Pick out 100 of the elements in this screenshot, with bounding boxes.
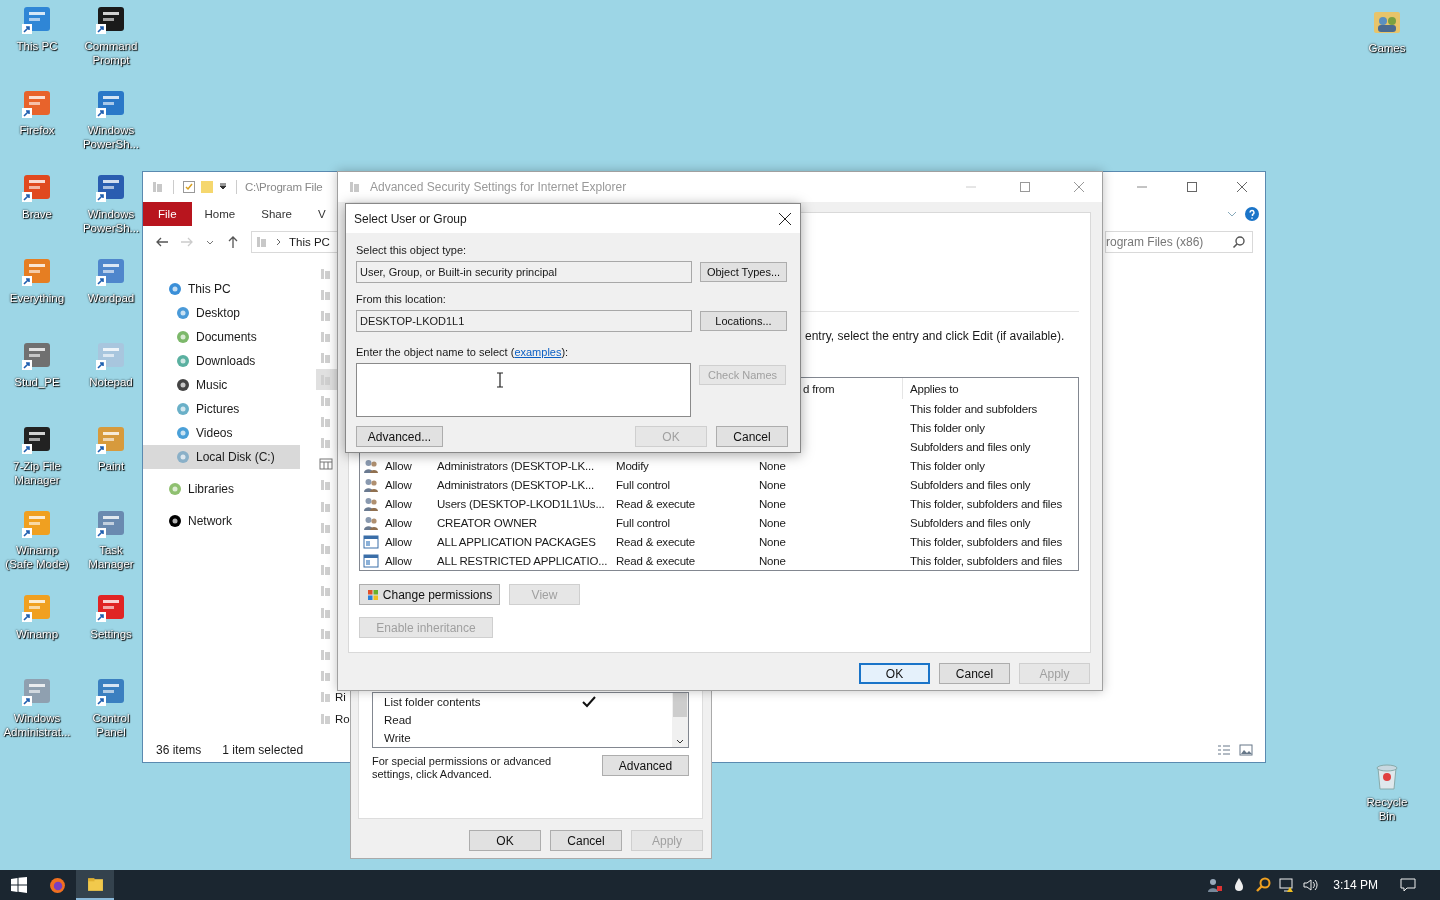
checkmark-icon[interactable] [182,180,196,194]
locations-button[interactable]: Locations... [700,311,787,331]
maximize-icon[interactable] [1020,182,1030,192]
up-arrow-icon[interactable] [226,235,240,249]
field-label: Select this object type: [356,243,468,257]
table-cell: Administrators (DESKTOP-LK... [437,459,594,472]
table-cell: ALL RESTRICTED APPLICATIO... [437,554,608,567]
object-type-field[interactable]: User, Group, or Built-in security principal [356,261,692,283]
dialog-button[interactable]: OK [859,663,930,684]
table-cell: CREATOR OWNER [437,516,537,529]
permission-name: List folder contents [384,696,482,708]
users-icon[interactable] [1207,877,1224,893]
column-header[interactable]: Applies to [902,378,1078,399]
table-cell: Administrators (DESKTOP-LK... [437,478,594,491]
tree-item[interactable]: Videos [143,421,300,445]
table-cell: Full control [616,478,670,491]
object-types-button[interactable]: Object Types... [700,262,787,282]
table-cell: This folder, subfolders and files [910,535,1062,548]
table-cell: Allow [385,554,412,567]
list-item-label[interactable]: Ro [335,712,350,725]
table-cell: Read & execute [616,535,696,548]
network-icon[interactable] [1279,877,1296,893]
close-icon[interactable] [779,212,791,225]
table-cell: This folder, subfolders and files [910,497,1062,510]
scrollbar[interactable] [672,693,688,747]
table-cell: Full control [616,516,670,529]
table-cell: Modify [616,459,649,472]
users-icon [363,495,379,512]
ribbon-tab[interactable]: V [304,202,339,226]
tree-item[interactable]: Pictures [143,397,300,421]
disc-icon [168,514,182,528]
disc-icon [176,330,190,344]
object-name-field[interactable] [356,363,691,417]
tree-item[interactable]: Network [143,509,300,533]
taskbar-app[interactable] [76,870,114,900]
disc-icon [176,426,190,440]
window-icon [363,533,379,550]
permission-name: Write [384,732,412,744]
list-item-label[interactable]: Ri [335,691,346,704]
table-cell: Allow [385,497,412,510]
table-cell: This folder and subfolders [910,402,1038,415]
field-label: Enter the object name to select (examples): [356,345,570,359]
permission-name: Read [384,714,413,726]
magnifier-icon[interactable] [1255,877,1272,893]
text-cursor-icon [496,372,504,388]
dropdown-icon[interactable] [218,182,228,192]
details-view-icon[interactable] [1217,743,1231,757]
help-icon[interactable] [1245,207,1259,221]
dialog-title: Select User or Group [354,211,467,226]
table-cell: Read & execute [616,497,696,510]
app-icon[interactable] [95,4,127,36]
tree-item[interactable]: Local Disk (C:) [143,445,300,469]
status-text: 36 items [156,743,202,757]
disc-icon [176,354,190,368]
advanced-button[interactable]: Advanced [602,755,689,776]
search-field[interactable]: rogram Files (x86) [1105,231,1253,253]
windows-logo-icon[interactable] [11,877,27,893]
disc-icon [176,450,190,464]
maximize-icon[interactable] [1187,182,1197,192]
clock[interactable]: 3:14 PM [1333,878,1378,892]
table-cell: None [759,554,786,567]
search-icon[interactable] [1232,235,1246,249]
users-icon [363,514,379,531]
disc-icon [176,306,190,320]
location-field[interactable]: DESKTOP-LKOD1L1 [356,310,692,332]
examples-link[interactable]: examples [514,346,562,358]
dialog-button[interactable]: Advanced... [356,426,443,447]
ribbon-tab[interactable]: Home [191,202,249,226]
tree-item[interactable]: Desktop [143,301,300,325]
action-button[interactable]: Change permissions [359,584,500,605]
dialog-button[interactable]: OK [469,830,541,851]
dialog-button[interactable]: Cancel [550,830,622,851]
calendar-icon[interactable] [319,457,333,472]
tree-item[interactable]: Music [143,373,300,397]
disc-icon [168,282,182,296]
table-cell: Subfolders and files only [910,440,1031,453]
status-text: 1 item selected [222,743,304,757]
tree-item[interactable]: This PC [143,277,300,301]
instruction-text: entry, select the entry and click Edit (if available). [804,328,1066,344]
table-cell: None [759,459,786,472]
ribbon-tab[interactable]: File [143,202,192,226]
tree-item[interactable]: Libraries [143,477,300,501]
app-icon[interactable] [21,424,53,456]
back-arrow-icon[interactable] [155,235,169,249]
table-cell: None [759,516,786,529]
tree-item[interactable]: Documents [143,325,300,349]
users-icon [363,457,379,474]
dialog-button[interactable]: Cancel [716,426,788,447]
dialog-button[interactable]: Cancel [939,663,1010,684]
image-view-icon[interactable] [1239,743,1253,757]
permissions-list[interactable]: List folder contents Read Write [372,692,689,748]
speaker-icon[interactable] [1303,877,1320,893]
table-cell: Users (DESKTOP-LKOD1L1\Us... [437,497,605,510]
notification-icon[interactable] [1400,877,1416,893]
breadcrumb[interactable]: This PC [289,236,330,248]
tree-item[interactable]: Downloads [143,349,300,373]
ribbon-tab[interactable]: Share [248,202,305,226]
table-cell: Allow [385,535,412,548]
app-icon[interactable] [95,172,127,204]
disc-icon [168,482,182,496]
